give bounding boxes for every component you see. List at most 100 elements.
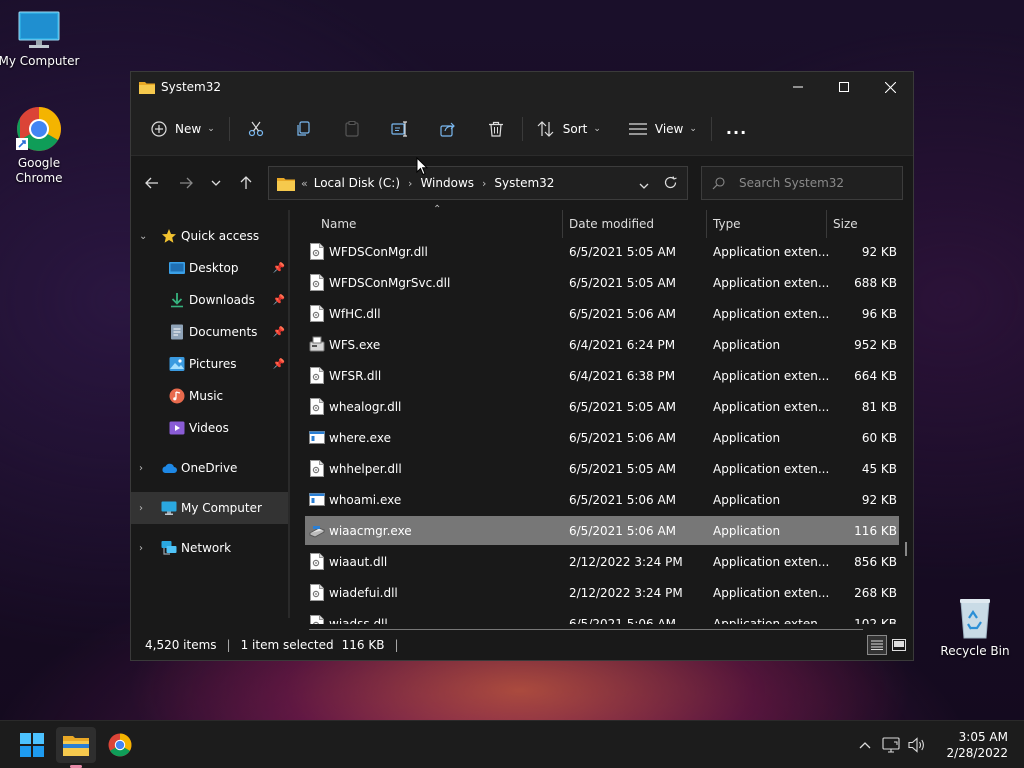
file-row[interactable]: whealogr.dll 6/5/2021 5:05 AM Application … xyxy=(305,392,899,421)
more-options-button[interactable]: ... xyxy=(720,113,753,145)
file-icon xyxy=(309,274,325,291)
file-icon xyxy=(309,398,325,415)
pin-icon[interactable]: 📌 xyxy=(273,359,285,370)
file-size: 60 KB xyxy=(861,430,897,445)
column-header-label: Size xyxy=(833,217,858,231)
address-bar[interactable]: « Local Disk (C:) › Windows › System32 xyxy=(268,166,688,200)
file-date: 6/5/2021 5:06 AM xyxy=(569,492,677,507)
clock-date: 2/28/2022 xyxy=(946,746,1008,760)
expand-chevron-icon[interactable]: ⌄ xyxy=(139,231,151,242)
file-size: 92 KB xyxy=(861,244,897,259)
file-icon xyxy=(309,584,325,601)
address-history-button[interactable] xyxy=(639,178,649,192)
details-view-icon xyxy=(871,640,883,650)
sort-button[interactable]: Sort ⌄ xyxy=(531,113,607,145)
share-button[interactable] xyxy=(430,113,466,145)
back-button[interactable] xyxy=(137,168,167,198)
file-row[interactable]: WFSR.dll 6/4/2021 6:38 PM Application exte… xyxy=(305,361,899,390)
minimize-button[interactable] xyxy=(775,72,821,102)
file-row[interactable]: where.exe 6/5/2021 5:06 AM Application 60 K… xyxy=(305,423,899,452)
show-hidden-icons-button[interactable] xyxy=(852,741,878,749)
network-status-button[interactable] xyxy=(878,737,904,753)
expand-chevron-icon[interactable]: › xyxy=(139,503,151,514)
file-row[interactable]: WfHC.dll 6/5/2021 5:06 AM Application exte… xyxy=(305,299,899,328)
file-icon xyxy=(309,367,325,384)
cut-button[interactable] xyxy=(238,113,274,145)
file-row[interactable]: wiaacmgr.exe 6/5/2021 5:06 AM Application 1… xyxy=(305,516,899,545)
desktop-icon-google-chrome[interactable]: Google Chrome xyxy=(0,106,81,186)
monitor-icon xyxy=(161,501,177,515)
column-header-date[interactable]: Date modified xyxy=(563,210,707,238)
file-type: Application xyxy=(713,430,781,445)
file-row[interactable]: whoami.exe 6/5/2021 5:06 AM Application 92 … xyxy=(305,485,899,514)
rename-button[interactable] xyxy=(382,113,418,145)
selection-count: 1 item selected xyxy=(240,638,334,652)
sidebar-item-onedrive[interactable]: › OneDrive xyxy=(131,452,289,484)
pin-icon[interactable]: 📌 xyxy=(273,327,285,338)
sidebar-item-music[interactable]: Music xyxy=(131,380,289,412)
expand-chevron-icon[interactable]: › xyxy=(139,463,151,474)
refresh-button[interactable] xyxy=(664,176,677,192)
sidebar-scrollbar[interactable] xyxy=(288,210,290,618)
sidebar-item-videos[interactable]: Videos xyxy=(131,412,289,444)
file-row[interactable]: wiadss.dll 6/5/2021 5:06 AM Application ex… xyxy=(305,609,899,624)
file-row[interactable]: wiaaut.dll 2/12/2022 3:24 PM Application e… xyxy=(305,547,899,576)
desktop-folder-icon xyxy=(169,262,185,274)
breadcrumb-separator-icon[interactable]: › xyxy=(408,177,412,190)
file-row[interactable]: WFDSConMgrSvc.dll 6/5/2021 5:05 AM Applica… xyxy=(305,268,899,297)
file-icon xyxy=(309,615,325,624)
vertical-scrollbar-thumb[interactable] xyxy=(905,542,907,556)
file-icon xyxy=(309,460,325,477)
desktop-icon-recycle-bin[interactable]: Recycle Bin xyxy=(933,596,1017,659)
arrow-up-icon xyxy=(240,176,252,189)
breadcrumb-separator-icon[interactable]: › xyxy=(482,177,486,190)
search-box[interactable]: Search System32 xyxy=(701,166,903,200)
column-header-name[interactable]: Name xyxy=(315,210,563,238)
sidebar-item-downloads[interactable]: Downloads 📌 xyxy=(131,284,289,316)
up-button[interactable] xyxy=(231,168,261,198)
sidebar-item-pictures[interactable]: Pictures 📌 xyxy=(131,348,289,380)
breadcrumb-system32[interactable]: System32 xyxy=(494,176,554,190)
file-row[interactable]: WFS.exe 6/4/2021 6:24 PM Application 952 KB xyxy=(305,330,899,359)
breadcrumb-windows[interactable]: Windows xyxy=(420,176,474,190)
view-button[interactable]: View ⌄ xyxy=(623,113,703,145)
pin-icon[interactable]: 📌 xyxy=(273,263,285,274)
taskbar-file-explorer[interactable] xyxy=(56,727,96,768)
forward-button[interactable] xyxy=(171,168,201,198)
sidebar-item-label: Quick access xyxy=(181,229,260,243)
volume-button[interactable] xyxy=(904,737,930,753)
pin-icon[interactable]: 📌 xyxy=(273,295,285,306)
desktop-icon-my-computer[interactable]: My Computer xyxy=(0,10,81,69)
column-header-size[interactable]: Size xyxy=(827,210,903,238)
speaker-icon xyxy=(908,737,925,753)
sidebar-item-documents[interactable]: Documents 📌 xyxy=(131,316,289,348)
taskbar-google-chrome[interactable] xyxy=(100,727,140,763)
breadcrumb-overflow[interactable]: « xyxy=(301,177,308,190)
clock[interactable]: 3:05 AM 2/28/2022 xyxy=(946,729,1024,761)
maximize-button[interactable] xyxy=(821,72,867,102)
file-row[interactable]: WFDSConMgr.dll 6/5/2021 5:05 AM Applicatio… xyxy=(305,237,899,266)
file-row[interactable]: wiadefui.dll 2/12/2022 3:24 PM Application… xyxy=(305,578,899,607)
arrow-left-icon xyxy=(145,177,158,189)
file-row[interactable]: whhelper.dll 6/5/2021 5:05 AM Application … xyxy=(305,454,899,483)
expand-chevron-icon[interactable]: › xyxy=(139,543,151,554)
sidebar-item-label: Documents xyxy=(189,325,258,339)
delete-button[interactable] xyxy=(478,113,514,145)
title-bar[interactable]: System32 xyxy=(131,72,913,102)
tiles-view-button[interactable] xyxy=(889,635,909,655)
sidebar-item-my-computer[interactable]: › My Computer xyxy=(131,492,289,524)
new-button[interactable]: New ⌄ xyxy=(145,113,221,145)
recent-locations-button[interactable] xyxy=(201,168,231,198)
document-icon xyxy=(171,324,183,340)
sidebar-item-network[interactable]: › Network xyxy=(131,532,289,564)
paste-button[interactable] xyxy=(334,113,370,145)
details-view-button[interactable] xyxy=(867,635,887,655)
close-button[interactable] xyxy=(867,72,913,102)
sidebar-item-desktop[interactable]: Desktop 📌 xyxy=(131,252,289,284)
video-icon xyxy=(169,421,185,435)
start-button[interactable] xyxy=(12,727,52,763)
breadcrumb-local-disk[interactable]: Local Disk (C:) xyxy=(314,176,400,190)
column-header-type[interactable]: Type xyxy=(707,210,827,238)
sidebar-item-quick-access[interactable]: ⌄ Quick access xyxy=(131,220,289,252)
copy-button[interactable] xyxy=(286,113,322,145)
